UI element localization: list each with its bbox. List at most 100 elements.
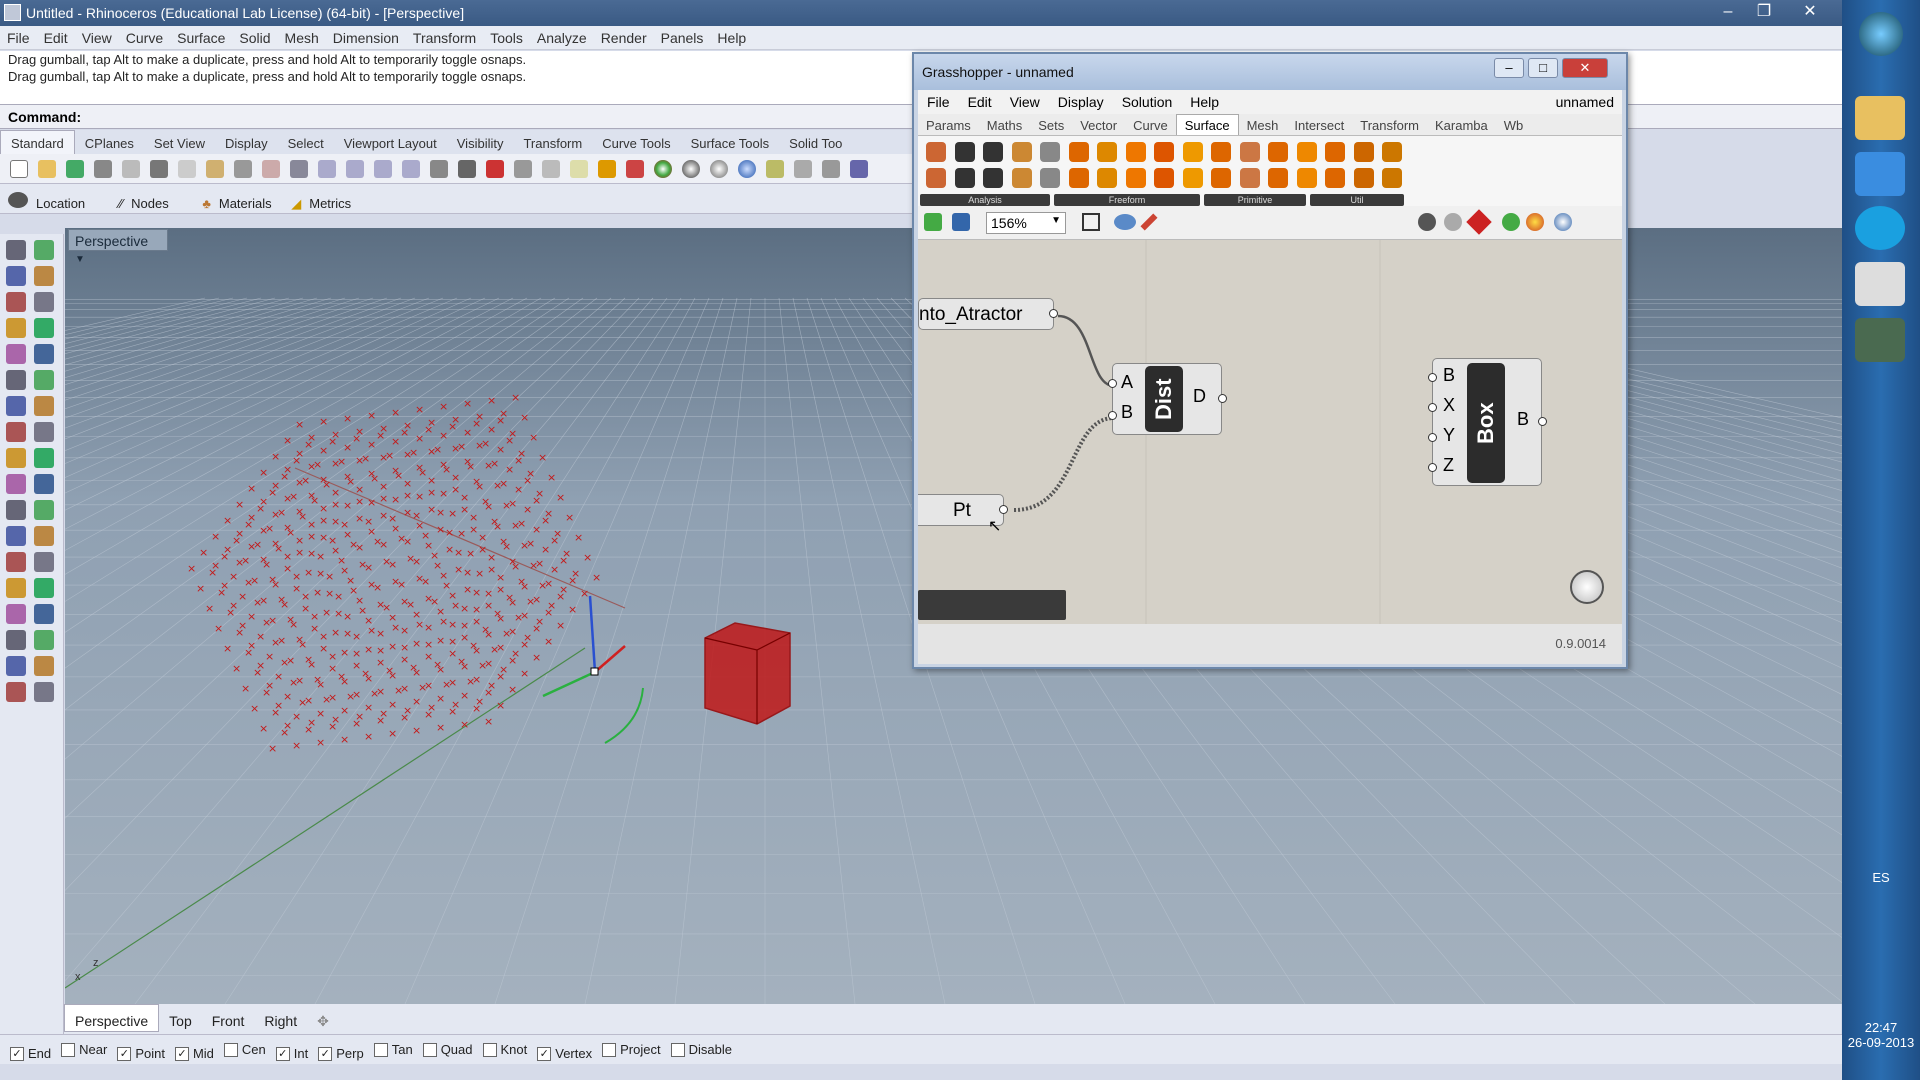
side-tool-icon[interactable] bbox=[6, 474, 26, 494]
gh-component-icon[interactable] bbox=[1382, 142, 1402, 162]
osnap-knot[interactable]: Knot bbox=[482, 1042, 527, 1057]
menu-surface[interactable]: Surface bbox=[170, 26, 232, 46]
gh-close-button[interactable]: ✕ bbox=[1562, 58, 1608, 78]
gh-component-icon[interactable] bbox=[1182, 142, 1203, 162]
open-file-icon[interactable] bbox=[924, 213, 942, 231]
gh-component-icon[interactable] bbox=[954, 142, 975, 162]
osnap-project[interactable]: Project bbox=[602, 1042, 661, 1057]
side-tool-icon[interactable] bbox=[6, 344, 26, 364]
gh-component-icon[interactable] bbox=[1154, 168, 1174, 188]
viewport-title[interactable]: Perspective ▼ bbox=[68, 229, 168, 265]
dist-port-d[interactable] bbox=[1218, 394, 1227, 403]
osnap-cen[interactable]: Cen bbox=[223, 1042, 266, 1057]
undo-view-icon[interactable] bbox=[430, 160, 448, 178]
osnap-checkbox[interactable]: ✓ bbox=[117, 1046, 132, 1061]
tab-cplanes[interactable]: CPlanes bbox=[75, 131, 144, 151]
cplane-icon[interactable] bbox=[486, 160, 504, 178]
gh-component-icon[interactable] bbox=[1068, 168, 1089, 188]
gh-component-icon[interactable] bbox=[983, 142, 1003, 162]
gh-component-icon[interactable] bbox=[1382, 168, 1402, 188]
gh-menu-display[interactable]: Display bbox=[1049, 90, 1113, 110]
side-tool-icon[interactable] bbox=[6, 448, 26, 468]
system-clock[interactable]: 22:47 26-09-2013 bbox=[1842, 1020, 1920, 1050]
distance-icon[interactable] bbox=[542, 160, 560, 178]
osnap-int[interactable]: ✓ Int bbox=[275, 1046, 308, 1061]
side-tool-icon[interactable] bbox=[6, 526, 26, 546]
side-tool-icon[interactable] bbox=[6, 578, 26, 598]
gh-component-icon[interactable] bbox=[1325, 168, 1345, 188]
side-tool-icon[interactable] bbox=[34, 422, 54, 442]
menu-curve[interactable]: Curve bbox=[119, 26, 170, 46]
gh-menu-view[interactable]: View bbox=[1001, 90, 1049, 110]
side-tool-icon[interactable] bbox=[6, 500, 26, 520]
osnap-checkbox[interactable]: ✓ bbox=[275, 1046, 290, 1061]
open-icon[interactable] bbox=[38, 160, 56, 178]
gh-tab-mesh[interactable]: Mesh bbox=[1239, 115, 1287, 133]
gh-component-icon[interactable] bbox=[983, 168, 1003, 188]
box-port-b[interactable] bbox=[1428, 373, 1437, 382]
gh-tab-transform[interactable]: Transform bbox=[1352, 115, 1427, 133]
tab-visibility[interactable]: Visibility bbox=[447, 131, 514, 151]
tab-solid-tools[interactable]: Solid Too bbox=[779, 131, 852, 151]
gh-component-icon[interactable] bbox=[1353, 142, 1374, 162]
restore-button[interactable]: ❐ bbox=[1744, 1, 1784, 23]
preview-eye-icon[interactable] bbox=[1114, 214, 1136, 230]
attractor-output-port[interactable] bbox=[1049, 309, 1058, 318]
grasshopper-taskbar-icon[interactable] bbox=[1855, 318, 1905, 362]
gh-component-icon[interactable] bbox=[1268, 142, 1288, 162]
copy-icon[interactable] bbox=[178, 160, 196, 178]
osnap-tan[interactable]: Tan bbox=[373, 1042, 413, 1057]
gh-component-icon[interactable] bbox=[1211, 168, 1231, 188]
side-tool-icon[interactable] bbox=[34, 370, 54, 390]
tab-surface-tools[interactable]: Surface Tools bbox=[681, 131, 780, 151]
osnap-checkbox[interactable]: ✓ bbox=[537, 1046, 552, 1061]
menu-tools[interactable]: Tools bbox=[483, 26, 530, 46]
side-tool-icon[interactable] bbox=[6, 604, 26, 624]
vptab-top[interactable]: Top bbox=[159, 1005, 202, 1029]
language-indicator[interactable]: ES bbox=[1842, 870, 1920, 885]
gh-component-icon[interactable] bbox=[1239, 168, 1260, 188]
layer-icon[interactable] bbox=[626, 160, 644, 178]
osnap-near[interactable]: Near bbox=[61, 1042, 107, 1057]
gh-component-icon[interactable] bbox=[1011, 142, 1032, 162]
preview-color-icon[interactable] bbox=[1526, 213, 1544, 231]
gh-menu-edit[interactable]: Edit bbox=[959, 90, 1001, 110]
navigation-compass-icon[interactable] bbox=[1570, 570, 1604, 604]
osnap-checkbox[interactable] bbox=[422, 1042, 437, 1057]
side-tool-icon[interactable] bbox=[34, 240, 54, 260]
side-tool-icon[interactable] bbox=[6, 682, 26, 702]
gh-component-icon[interactable] bbox=[1296, 142, 1317, 162]
render-icon[interactable] bbox=[738, 160, 756, 178]
preview-shaded-icon[interactable] bbox=[1502, 213, 1520, 231]
panel-location[interactable]: Location bbox=[36, 196, 85, 211]
side-tool-icon[interactable] bbox=[6, 370, 26, 390]
gh-tab-maths[interactable]: Maths bbox=[979, 115, 1030, 133]
side-tool-icon[interactable] bbox=[6, 552, 26, 572]
gh-component-icon[interactable] bbox=[1268, 168, 1288, 188]
lock-icon[interactable] bbox=[598, 160, 616, 178]
gh-component-icon[interactable] bbox=[1325, 142, 1345, 162]
gh-tab-params[interactable]: Params bbox=[918, 115, 979, 133]
gh-component-icon[interactable] bbox=[1068, 142, 1089, 162]
side-tool-icon[interactable] bbox=[6, 292, 26, 312]
gh-tab-surface[interactable]: Surface bbox=[1175, 114, 1239, 135]
gh-component-icon[interactable] bbox=[926, 168, 946, 188]
osnap-checkbox[interactable] bbox=[61, 1042, 76, 1057]
side-tool-icon[interactable] bbox=[34, 578, 54, 598]
osnap-checkbox[interactable] bbox=[670, 1042, 685, 1057]
gh-component-icon[interactable] bbox=[926, 142, 946, 162]
side-tool-icon[interactable] bbox=[34, 266, 54, 286]
four-view-icon[interactable] bbox=[458, 160, 476, 178]
menu-solid[interactable]: Solid bbox=[232, 26, 277, 46]
menu-edit[interactable]: Edit bbox=[37, 26, 75, 46]
side-tool-icon[interactable] bbox=[6, 422, 26, 442]
menu-dimension[interactable]: Dimension bbox=[326, 26, 406, 46]
help-icon[interactable] bbox=[850, 160, 868, 178]
close-button[interactable]: ✕ bbox=[1790, 1, 1830, 23]
side-tool-icon[interactable] bbox=[34, 292, 54, 312]
side-tool-icon[interactable] bbox=[34, 682, 54, 702]
paste-icon[interactable] bbox=[206, 160, 224, 178]
box-port-x[interactable] bbox=[1428, 403, 1437, 412]
gh-component-icon[interactable] bbox=[1125, 168, 1146, 188]
osnap-checkbox[interactable] bbox=[602, 1042, 617, 1057]
